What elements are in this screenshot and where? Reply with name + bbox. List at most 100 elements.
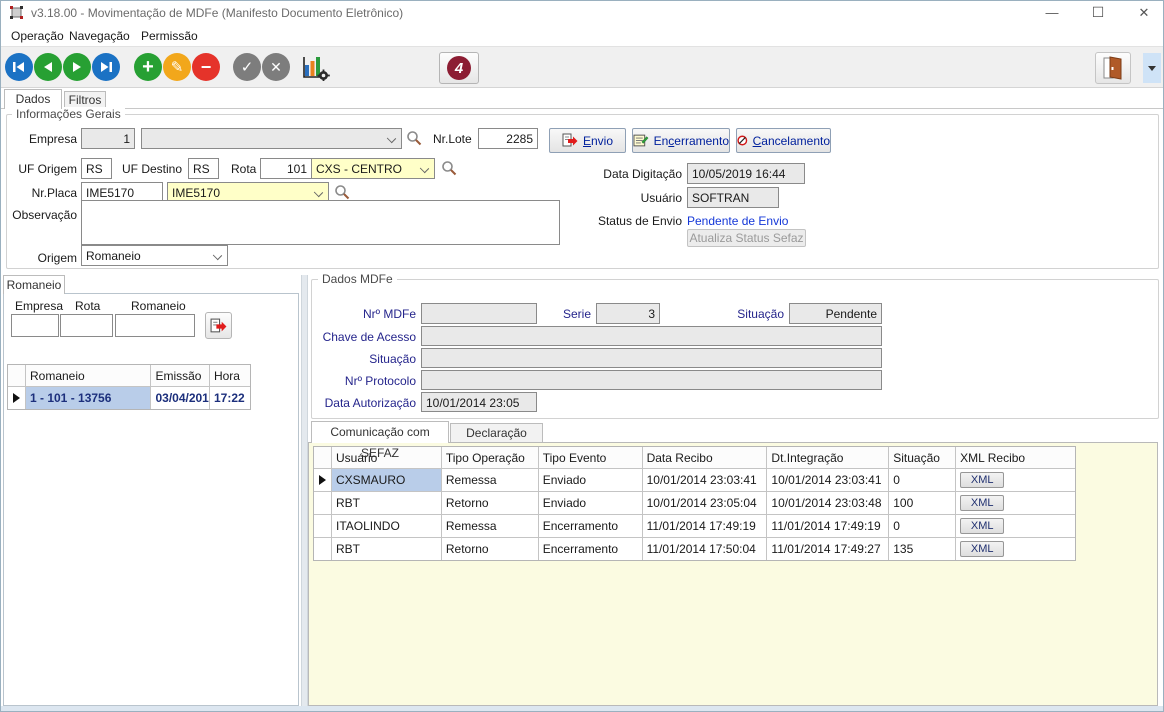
origem-combo[interactable]: Romaneio — [81, 245, 228, 266]
menu-operacao[interactable]: Operação — [7, 28, 68, 44]
xml-recibo-button[interactable]: XML — [960, 541, 1004, 557]
romaneio-panel — [3, 293, 299, 706]
col-data-recibo[interactable]: Data Recibo — [643, 447, 768, 468]
status-envio-label: Status de Envio — [561, 214, 682, 228]
placa-label: Nr.Placa — [17, 186, 77, 200]
minimize-button[interactable]: — — [1031, 1, 1073, 24]
empresa-field: 1 — [81, 128, 135, 149]
nrlote-label: Nr.Lote — [433, 132, 472, 146]
col-romaneio[interactable]: Romaneio — [26, 365, 151, 386]
prior-record-button[interactable] — [34, 53, 62, 81]
chave-acesso-field — [421, 326, 882, 346]
load-romaneio-icon — [210, 318, 227, 334]
toolbar: + ✎ − ✓ ✕ 4 — [1, 46, 1163, 88]
col-situacao[interactable]: Situação — [889, 447, 956, 468]
romaneio-filter-romaneio-label: Romaneio — [131, 299, 186, 313]
encerramento-label: Encerramento — [654, 134, 729, 148]
romaneio-filter-empresa-input[interactable] — [11, 314, 59, 337]
rota-num-field[interactable]: 101 — [260, 158, 312, 179]
col-dt-integracao[interactable]: Dt.Integração — [767, 447, 889, 468]
sefaz-row[interactable]: RBT Retorno Enviado 10/01/2014 23:05:04 … — [314, 492, 1075, 515]
tab-romaneio[interactable]: Romaneio — [3, 275, 65, 294]
envio-button[interactable]: Envio — [549, 128, 626, 153]
tab-dados[interactable]: Dados — [4, 89, 62, 109]
romaneio-search-button[interactable] — [205, 312, 232, 339]
report-chart-button[interactable] — [302, 55, 330, 81]
cancel-button[interactable]: ✕ — [262, 53, 290, 81]
plus-icon: + — [142, 56, 154, 79]
next-record-button[interactable] — [63, 53, 91, 81]
informacoes-gerais-legend: Informações Gerais — [12, 107, 125, 121]
app-icon — [9, 5, 24, 20]
atualiza-status-sefaz-button[interactable]: Atualiza Status Sefaz — [687, 229, 806, 247]
xml-recibo-button[interactable]: XML — [960, 495, 1004, 511]
serie-field: 3 — [596, 303, 660, 324]
empresa-label: Empresa — [17, 132, 77, 146]
panel-divider[interactable] — [301, 275, 308, 706]
exit-button[interactable] — [1095, 52, 1131, 84]
maximize-button[interactable]: ☐ — [1077, 1, 1119, 24]
observacao-textarea[interactable] — [81, 200, 560, 245]
last-record-button[interactable] — [92, 53, 120, 81]
minus-icon: − — [201, 57, 212, 78]
delete-button[interactable]: − — [192, 53, 220, 81]
situacao2-field — [421, 348, 882, 368]
romaneio-grid-row[interactable]: 1 - 101 - 13756 03/04/2019 17:22 — [8, 387, 250, 409]
menu-permissao[interactable]: Permissão — [137, 28, 202, 44]
col-tipo-operacao[interactable]: Tipo Operação — [442, 447, 539, 468]
data-autorizacao-field: 10/01/2014 23:05 — [421, 392, 537, 412]
chave-acesso-label: Chave de Acesso — [319, 330, 416, 344]
close-button[interactable]: ✕ — [1123, 1, 1164, 24]
col-xml-recibo[interactable]: XML Recibo — [956, 447, 1075, 468]
first-record-icon — [12, 61, 26, 73]
rota-combo[interactable]: CXS - CENTRO — [311, 158, 435, 179]
sefaz-row[interactable]: CXSMAURO Remessa Enviado 10/01/2014 23:0… — [314, 469, 1075, 492]
usuario-label: Usuário — [561, 191, 682, 205]
toolbar-more-options[interactable] — [1143, 53, 1161, 83]
observacao-label: Observação — [7, 208, 77, 222]
status-envio-value: Pendente de Envio — [687, 214, 788, 228]
tab-declaracao-mdfe[interactable]: Declaração MDFe — [450, 423, 543, 443]
romaneio-filter-empresa-label: Empresa — [15, 299, 63, 313]
cancelamento-button[interactable]: Cancelamento — [736, 128, 831, 153]
chevron-down-icon — [420, 164, 429, 173]
edit-button[interactable]: ✎ — [163, 53, 191, 81]
origem-label: Origem — [17, 251, 77, 265]
rota-label: Rota — [231, 162, 256, 176]
xml-recibo-button[interactable]: XML — [960, 472, 1004, 488]
placa-search-icon[interactable] — [334, 184, 350, 200]
sefaz-grid-header: Usuário Tipo Operação Tipo Evento Data R… — [314, 447, 1075, 469]
uf-destino-label: UF Destino — [122, 162, 182, 176]
menu-navegacao[interactable]: Navegação — [65, 28, 134, 44]
rota-search-icon[interactable] — [441, 160, 457, 176]
softran-logo-button[interactable]: 4 — [439, 52, 479, 84]
col-tipo-evento[interactable]: Tipo Evento — [539, 447, 643, 468]
encerramento-button[interactable]: Encerramento — [632, 128, 730, 153]
dados-mdfe-legend: Dados MDFe — [318, 272, 397, 286]
xml-recibo-button[interactable]: XML — [960, 518, 1004, 534]
sefaz-row[interactable]: ITAOLINDO Remessa Encerramento 11/01/201… — [314, 515, 1075, 538]
nrlote-field[interactable]: 2285 — [478, 128, 538, 149]
nr-mdfe-label: Nrº MDFe — [331, 307, 416, 321]
chevron-down-icon — [213, 251, 222, 260]
col-hora[interactable]: Hora — [210, 365, 250, 386]
romaneio-filter-rota-input[interactable] — [60, 314, 113, 337]
col-emissao[interactable]: Emissão — [151, 365, 210, 386]
window-bottom-edge — [1, 706, 1164, 712]
protocolo-field — [421, 370, 882, 390]
uf-destino-field[interactable]: RS — [188, 158, 219, 179]
first-record-button[interactable] — [5, 53, 33, 81]
sefaz-row[interactable]: RBT Retorno Encerramento 11/01/2014 17:5… — [314, 538, 1075, 560]
confirm-button[interactable]: ✓ — [233, 53, 261, 81]
nr-mdfe-field — [421, 303, 537, 324]
empresa-search-icon[interactable] — [406, 130, 422, 146]
serie-label: Serie — [541, 307, 591, 321]
chevron-down-icon — [387, 134, 396, 143]
tab-comunicacao-sefaz[interactable]: Comunicação com SEFAZ — [311, 421, 449, 443]
romaneio-filter-romaneio-input[interactable] — [115, 314, 195, 337]
insert-button[interactable]: + — [134, 53, 162, 81]
uf-origem-field[interactable]: RS — [81, 158, 112, 179]
romaneio-filter-rota-label: Rota — [75, 299, 100, 313]
empresa-combo[interactable] — [141, 128, 402, 149]
last-record-icon — [99, 61, 113, 73]
